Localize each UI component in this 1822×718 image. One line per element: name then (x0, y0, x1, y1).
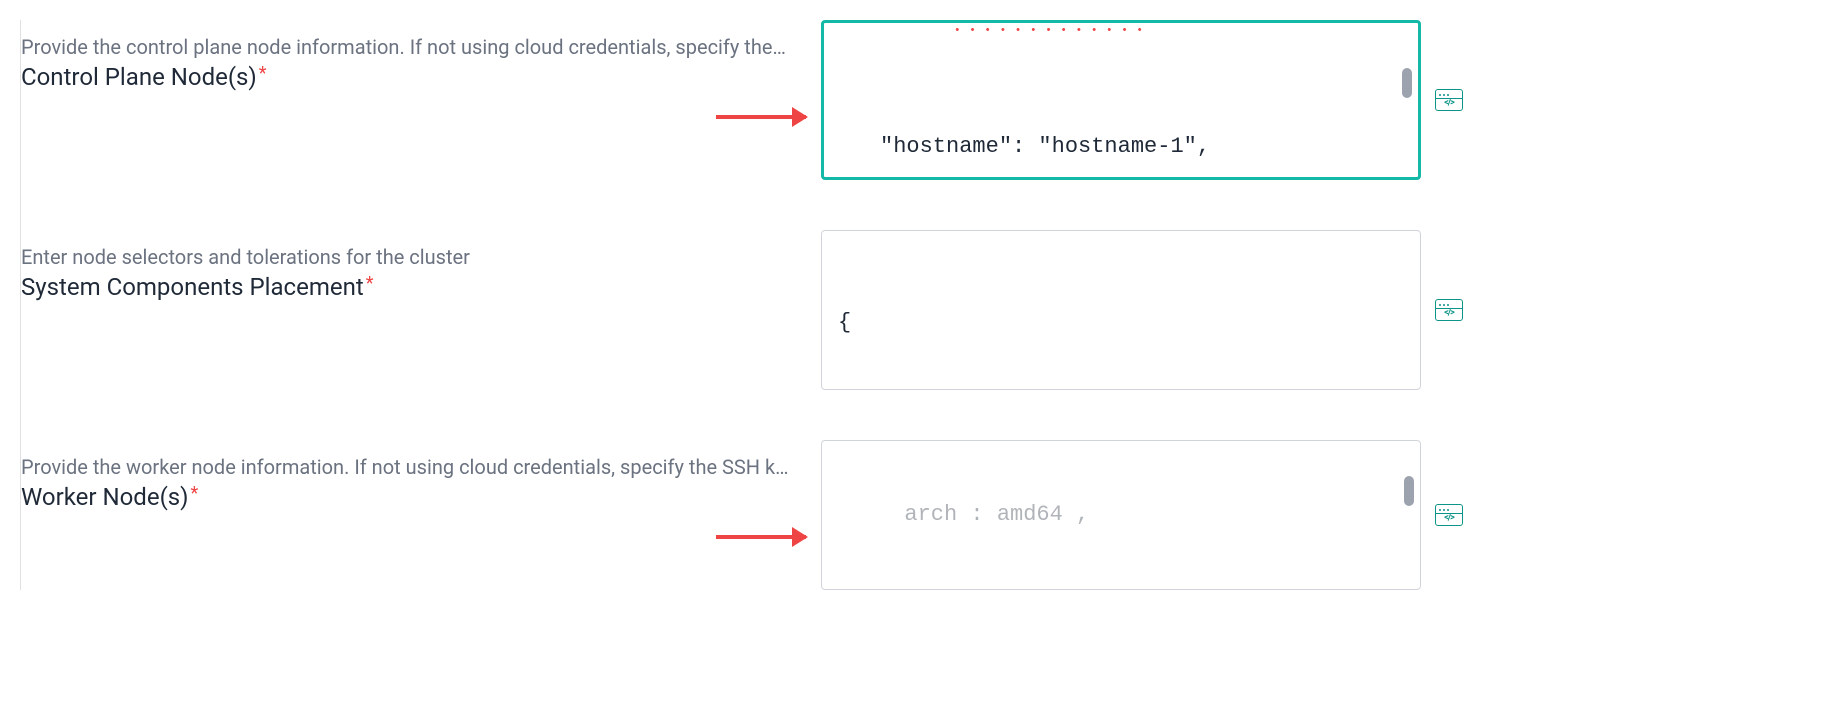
field-right: { "node_selector": {}, "tolerations": []… (821, 230, 1463, 390)
field-label-text: Control Plane Node(s) (21, 63, 257, 91)
code-editor-icon[interactable]: </> (1435, 504, 1463, 526)
field-label: Worker Node(s)* (21, 483, 821, 511)
field-left: Enter node selectors and tolerations for… (21, 230, 821, 301)
field-row-control-plane: Provide the control plane node informati… (21, 20, 1802, 180)
field-left: Provide the control plane node informati… (21, 20, 821, 91)
field-label: Control Plane Node(s)* (21, 63, 821, 91)
field-row-system-components: Enter node selectors and tolerations for… (21, 230, 1802, 390)
field-right: arch : amd64 , "hostname": "worker-1", "… (821, 440, 1463, 590)
field-label-text: Worker Node(s) (21, 483, 189, 511)
field-label-text: System Components Placement (21, 273, 364, 301)
field-label: System Components Placement* (21, 273, 821, 301)
required-asterisk: * (259, 63, 267, 84)
arrow-icon (716, 115, 806, 119)
code-line-partial: arch : amd64 , (838, 499, 1089, 531)
code-line: "hostname": "hostname-1", (840, 131, 1210, 163)
spellcheck-dots: • • • • • • • • • • • • • (954, 24, 1144, 40)
scrollbar-thumb[interactable] (1402, 68, 1412, 98)
required-asterisk: * (191, 483, 199, 504)
field-description: Provide the worker node information. If … (21, 455, 821, 479)
worker-code-input[interactable]: arch : amd64 , "hostname": "worker-1", "… (821, 440, 1421, 590)
code-line: { (838, 307, 1404, 339)
required-asterisk: * (366, 273, 374, 294)
code-editor-icon[interactable]: </> (1435, 89, 1463, 111)
field-row-worker: Provide the worker node information. If … (21, 440, 1802, 590)
field-description: Enter node selectors and tolerations for… (21, 245, 821, 269)
code-editor-icon[interactable]: </> (1435, 299, 1463, 321)
field-description: Provide the control plane node informati… (21, 35, 821, 59)
field-right: • • • • • • • • • • • • • "hostname": "h… (821, 20, 1463, 180)
system-components-code-input[interactable]: { "node_selector": {}, "tolerations": []… (821, 230, 1421, 390)
control-plane-code-input[interactable]: • • • • • • • • • • • • • "hostname": "h… (821, 20, 1421, 180)
arrow-icon (716, 535, 806, 539)
field-left: Provide the worker node information. If … (21, 440, 821, 511)
scrollbar-thumb[interactable] (1404, 476, 1414, 506)
form-container: Provide the control plane node informati… (20, 20, 1802, 590)
